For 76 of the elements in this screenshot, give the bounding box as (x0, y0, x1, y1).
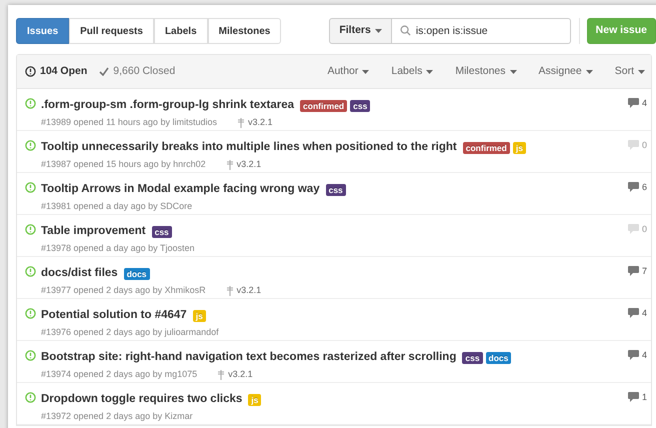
signpost-icon (226, 286, 234, 296)
issue-title[interactable]: Bootstrap site: right-hand navigation text becomes rasterized after scrolling (41, 349, 456, 366)
caret-icon (374, 29, 382, 33)
filter-dropdown[interactable]: Assignee (538, 64, 593, 80)
filter-dropdown[interactable]: Author (327, 64, 370, 80)
signpost-icon (217, 370, 226, 380)
comment-icon (628, 266, 639, 276)
issue-label[interactable]: docs (124, 268, 150, 280)
caret-icon (362, 70, 370, 74)
milestone-link[interactable]: v3.2.1 (236, 284, 262, 298)
open-issue-icon (25, 308, 36, 319)
signpost-icon (236, 118, 245, 128)
issue-meta: #13981 opened a day ago by SDCore (41, 200, 192, 214)
caret-icon (638, 70, 645, 74)
open-issue-icon (25, 266, 36, 277)
issue-label[interactable]: css (152, 226, 172, 238)
issue-meta: #13974 opened 2 days ago by mg1075 (41, 368, 198, 382)
issue-title[interactable]: Dropdown toggle requires two clicks (41, 391, 242, 408)
comment-icon (628, 224, 639, 234)
open-issue-icon (25, 224, 36, 235)
open-issue-icon (25, 140, 36, 151)
open-issue-icon (25, 392, 36, 403)
comment-count[interactable]: 7 (642, 266, 647, 276)
caret-icon (586, 70, 593, 74)
issue-label[interactable]: css (462, 352, 483, 364)
issue-title[interactable]: Tooltip Arrows in Modal example facing wrong way (41, 181, 320, 198)
issue-title[interactable]: .form-group-sm .form-group-lg shrink textarea (41, 97, 294, 114)
issue-label[interactable]: confirmed (462, 142, 510, 154)
comment-icon (628, 308, 639, 318)
nav-tab[interactable]: Issues (16, 18, 70, 44)
comment-count[interactable]: 4 (642, 98, 647, 108)
milestone-link[interactable]: v3.2.1 (236, 158, 262, 172)
issue-meta: #13976 opened 2 days ago by julioarmandof (41, 326, 219, 340)
comment-icon (628, 140, 639, 150)
open-count[interactable]: 104 Open (40, 64, 88, 80)
filters-button[interactable]: Filters (329, 18, 392, 44)
filter-dropdown[interactable]: Milestones (455, 64, 517, 80)
issue-meta: #13972 opened 2 days ago by Kizmar (41, 410, 193, 424)
open-issue-icon (25, 350, 36, 361)
alert-icon (25, 66, 36, 77)
issue-title[interactable]: docs/dist files (41, 265, 118, 282)
nav-tab[interactable]: Labels (154, 18, 208, 44)
filter-dropdown[interactable]: Sort (614, 64, 645, 80)
filter-dropdown[interactable]: Labels (391, 64, 434, 80)
search-icon (400, 25, 411, 36)
issue-title[interactable]: Potential solution to #4647 (41, 307, 187, 324)
comment-icon (628, 98, 639, 108)
closed-count[interactable]: 9,660 Closed (113, 64, 176, 80)
check-icon (99, 67, 110, 76)
issue-meta: #13989 opened 11 hours ago by limitstudios (41, 116, 217, 130)
open-issue-icon (25, 182, 36, 193)
nav-tab[interactable]: Pull requests (69, 18, 154, 44)
comment-icon (628, 392, 639, 402)
issue-meta: #13978 opened a day ago by Tjoosten (41, 242, 194, 256)
comment-count[interactable]: 4 (642, 350, 647, 360)
issue-title[interactable]: Table improvement (41, 223, 146, 240)
issue-meta: #13977 opened 2 days ago by XhmikosR (41, 284, 206, 298)
issue-meta: #13987 opened 15 hours ago by hnrch02 (41, 158, 206, 172)
milestone-link[interactable]: v3.2.1 (228, 368, 253, 382)
comment-count[interactable]: 4 (642, 308, 647, 318)
issue-label[interactable]: confirmed (300, 100, 348, 112)
comment-icon (628, 182, 639, 192)
comment-icon (628, 350, 639, 360)
caret-icon (510, 70, 517, 74)
milestone-link[interactable]: v3.2.1 (248, 116, 272, 130)
issue-title[interactable]: Tooltip unnecessarily breaks into multiple lines when positioned to the right (41, 139, 457, 156)
open-issue-icon (25, 98, 36, 109)
comment-count[interactable]: 6 (642, 182, 647, 192)
signpost-icon (226, 160, 234, 170)
search-field[interactable]: is:open is:issue (392, 18, 571, 44)
caret-icon (426, 70, 434, 74)
nav-tab[interactable]: Milestones (208, 18, 282, 44)
comment-count[interactable]: 1 (642, 392, 647, 402)
issue-label[interactable]: css (350, 100, 370, 112)
issue-label[interactable]: docs (486, 352, 512, 364)
issue-label[interactable]: css (326, 184, 346, 196)
